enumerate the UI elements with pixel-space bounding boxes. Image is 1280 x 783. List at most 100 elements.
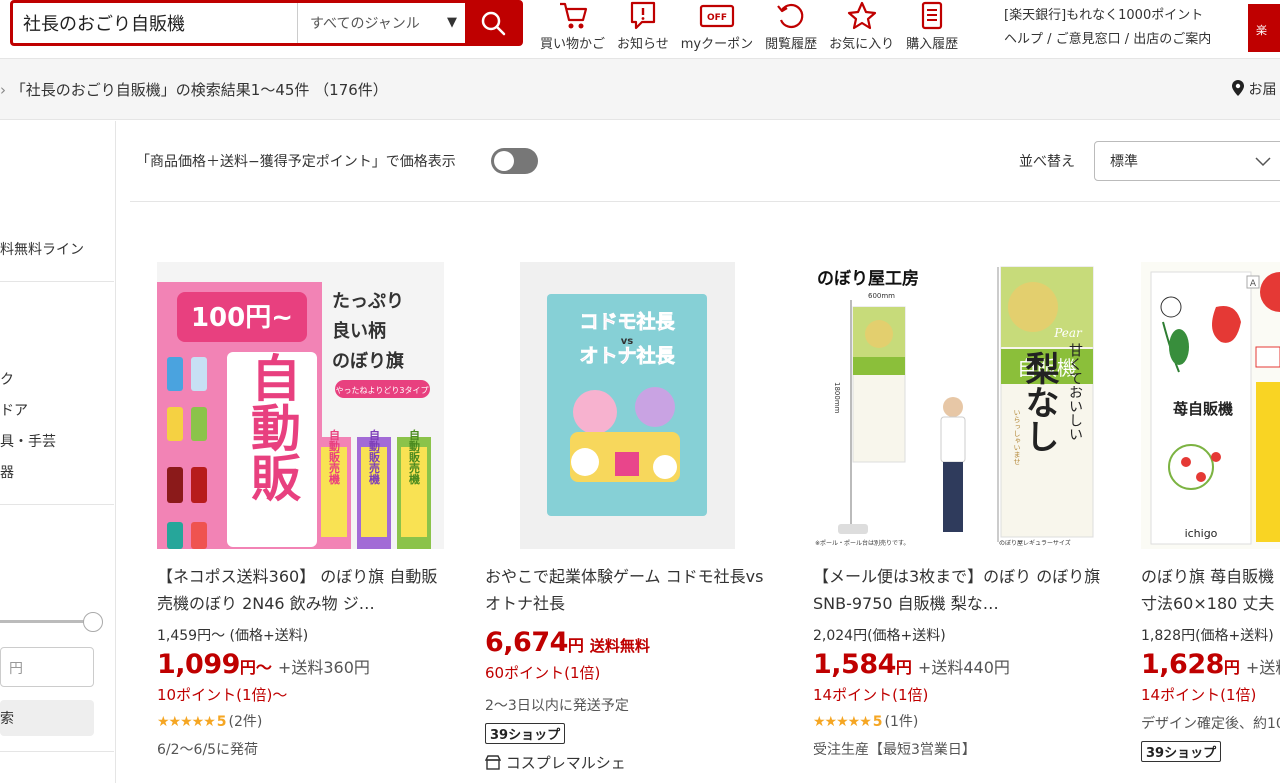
product-rating[interactable]: ★★★★★ 5 (2件): [157, 711, 457, 731]
shipping-note: デザイン確定後、約10: [1141, 716, 1280, 732]
price-max-input[interactable]: 円: [0, 647, 94, 687]
product-points: 14ポイント(1倍): [1141, 686, 1257, 704]
copy-line-2: 良い柄: [332, 320, 386, 342]
shop-name[interactable]: コスプレマルシェ: [484, 752, 785, 773]
caret-down-icon: ▼: [447, 15, 457, 30]
nav-history-label: 閲覧履歴: [765, 37, 818, 52]
price-yen: 円～: [239, 658, 272, 677]
product-points: 10ポイント(1倍)～: [157, 686, 288, 704]
flag-banner-text: 100円~: [191, 303, 293, 333]
nav-notifications-label: お知らせ: [617, 37, 669, 52]
mini-flag-c: 自動販売機: [408, 428, 421, 485]
product-card[interactable]: コドモ社長 vs オトナ社長 おやこで起業体験ゲーム コドモ社長vsオトナ社長 …: [484, 262, 785, 773]
product-title[interactable]: 【メール便は3枚まで】のぼり のぼり旗 SNB-9750 自販機 梨な…: [813, 563, 1103, 617]
shipping-fee: +送料440円: [917, 658, 1010, 677]
product-image-strawberry-flag: 苺自販機 ichigo A: [1141, 262, 1280, 549]
search-bar: すべてのジャンル ▼: [10, 0, 523, 46]
product-image-pear-flag: のぼり屋工房 600mm 1800mm Pear 自販機 梨なし 甘くておいしい…: [813, 262, 1100, 549]
search-button[interactable]: [465, 3, 520, 43]
rating-score: 5: [872, 714, 883, 730]
shop-icon: [484, 755, 502, 770]
bank-promo-link[interactable]: [楽天銀行]もれなく1000ポイント: [1004, 4, 1211, 28]
sidebar-genre-item[interactable]: 具・手芸: [0, 431, 56, 451]
strawberry-flag-text: 苺自販機: [1173, 400, 1233, 418]
free-shipping-line-filter[interactable]: 料無料ライン: [0, 239, 84, 259]
product-image[interactable]: 苺自販機 ichigo A: [1141, 262, 1280, 549]
sidebar-genre-item[interactable]: ク: [0, 369, 14, 389]
search-input[interactable]: [13, 3, 297, 43]
toggle-knob: [494, 151, 514, 171]
receipt-icon: [922, 1, 943, 30]
cart-icon: [559, 2, 587, 29]
filter-sidebar: 料無料ライン ク ドア 具・手芸 器 円 索: [0, 121, 116, 783]
price-slider-track[interactable]: [0, 620, 92, 623]
nav-purchase-history[interactable]: 購入履歴: [906, 0, 958, 52]
nav-favorites[interactable]: お気に入り: [829, 0, 894, 52]
results-toolbar: 「商品価格＋送料−獲得予定ポイント」で価格表示 並べ替え 標準: [130, 121, 1280, 202]
nav-notifications[interactable]: お知らせ: [617, 0, 669, 52]
product-image[interactable]: コドモ社長 vs オトナ社長: [485, 262, 772, 549]
mini-flag-a: 自動販売機: [328, 428, 341, 485]
product-card[interactable]: 100円~ 自動販 たっぷり 良い柄 のぼり旗 やったねよりどり3タイプ 自動販…: [157, 262, 457, 759]
price-unit: 円: [9, 661, 23, 677]
nav-history[interactable]: 閲覧履歴: [765, 0, 817, 52]
image-size-note: のぼり屋レギュラーサイズ: [999, 539, 1071, 547]
sidebar-genre-item[interactable]: 器: [0, 462, 14, 482]
price-search-button[interactable]: 索: [0, 700, 94, 736]
copy-line-1: たっぷり: [332, 291, 404, 312]
search-icon: [481, 11, 505, 36]
help-links[interactable]: ヘルプ / ご意見窓口 / 出店のご案内: [1004, 28, 1211, 52]
shipping-note: 2～3日以内に発送予定: [485, 698, 629, 714]
product-points: 14ポイント(1倍): [813, 686, 929, 704]
search-result-summary: › 「社長のおごり自販機」の検索結果1～45件 （176件）: [0, 79, 388, 100]
shipping-note: 6/2～6/5に発荷: [157, 742, 259, 758]
nav-purchase-history-label: 購入履歴: [906, 37, 959, 52]
product-title[interactable]: のぼり旗 苺自販機 寸法60×180 丈夫: [1141, 563, 1280, 617]
search-result-count: 「社長のおごり自販機」の検索結果1～45件 （176件）: [10, 81, 388, 99]
sidebar-divider: [0, 281, 114, 282]
product-title[interactable]: 【ネコポス送料360】 のぼり旗 自動販売機のぼり 2N46 飲み物 ジ…: [157, 563, 447, 617]
pear-label: Pear: [1053, 326, 1083, 340]
product-card[interactable]: 苺自販機 ichigo A のぼり旗 苺自販機 寸法60×180 丈夫 1,82…: [1141, 262, 1280, 762]
location-pin-icon: [1232, 80, 1244, 96]
product-total-price: 1,828円(価格+送料): [1141, 628, 1274, 644]
product-image[interactable]: のぼり屋工房 600mm 1800mm Pear 自販機 梨なし 甘くておいしい…: [813, 262, 1100, 549]
breadcrumb: › 「社長のおごり自販機」の検索結果1～45件 （176件） お届: [0, 58, 1280, 120]
game-title-2: オトナ社長: [579, 344, 675, 367]
product-card[interactable]: のぼり屋工房 600mm 1800mm Pear 自販機 梨なし 甘くておいしい…: [813, 262, 1113, 759]
price-slider-handle[interactable]: [83, 612, 103, 632]
product-image[interactable]: 100円~ 自動販 たっぷり 良い柄 のぼり旗 やったねよりどり3タイプ 自動販…: [157, 262, 444, 549]
header-links: [楽天銀行]もれなく1000ポイント ヘルプ / ご意見窓口 / 出店のご案内: [1004, 4, 1211, 52]
product-rating[interactable]: ★★★★★ 5 (1件): [813, 711, 1113, 731]
product-image-board-game: コドモ社長 vs オトナ社長: [485, 262, 772, 549]
free-shipping-label: 送料無料: [589, 637, 650, 655]
mini-flag-b: 自動販売機: [368, 428, 381, 485]
genre-dropdown[interactable]: すべてのジャンル ▼: [297, 3, 465, 43]
delivery-location[interactable]: お届: [1232, 79, 1276, 99]
flag-ribbon-text: やったねよりどり3タイプ: [336, 386, 429, 395]
sort-select[interactable]: 標準: [1094, 141, 1280, 181]
nav-cart[interactable]: 買い物かご: [540, 0, 605, 52]
welcome-copy: いらっしゃいませ: [1013, 409, 1021, 465]
shop-39-badge: 39ショップ: [485, 723, 566, 744]
product-price: 6,674円 送料無料: [485, 627, 785, 658]
price-number: 1,099: [157, 649, 240, 680]
rakuten-red-button[interactable]: 楽: [1248, 4, 1280, 52]
product-total-price: 1,459円～ (価格+送料): [157, 628, 309, 644]
price-search-button-label: 索: [0, 711, 14, 727]
nav-coupons-label: myクーポン: [680, 37, 754, 52]
product-points: 60ポイント(1倍): [485, 664, 601, 682]
nav-coupons[interactable]: OFF myクーポン: [681, 0, 753, 52]
product-title[interactable]: おやこで起業体験ゲーム コドモ社長vsオトナ社長: [485, 563, 775, 617]
nashi-big-text: 梨なし: [1019, 351, 1059, 453]
sidebar-genre-item[interactable]: ドア: [0, 400, 28, 420]
flag-width-label: 600mm: [868, 292, 895, 300]
shipping-fee: +送料360円: [277, 658, 370, 677]
product-price: 1,628円 +送料: [1141, 649, 1280, 680]
shipping-fee: +送料: [1245, 658, 1280, 677]
brand-logo-text: のぼり屋工房: [817, 268, 919, 289]
image-footnote: ※ポール・ポール台は別売りです。: [815, 539, 909, 547]
price-number: 1,628: [1141, 649, 1224, 680]
rating-score: 5: [216, 714, 227, 730]
price-display-toggle[interactable]: [491, 148, 538, 174]
